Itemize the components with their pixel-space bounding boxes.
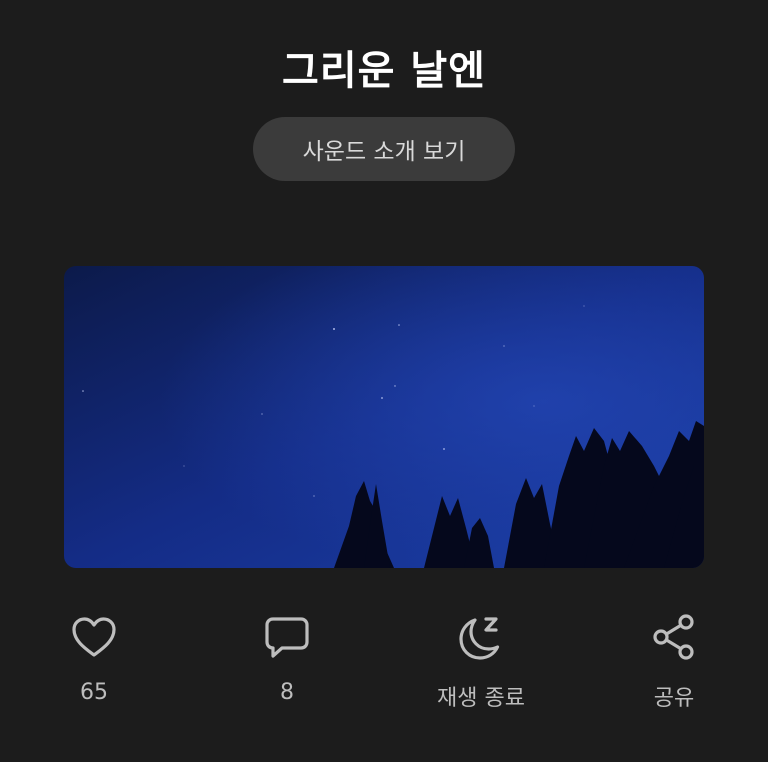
share-button[interactable]: 공유: [594, 610, 754, 712]
action-bar: 65 8 재생 종료 공유: [0, 610, 768, 720]
comment-count: 8: [280, 680, 294, 705]
share-label: 공유: [653, 686, 695, 711]
like-button[interactable]: 65: [14, 610, 174, 705]
page-title: 그리운 날엔: [282, 48, 486, 94]
comment-icon: [265, 617, 309, 658]
sleep-timer-label: 재생 종료: [437, 686, 525, 711]
moon-sleep-icon: [459, 617, 500, 660]
cover-image: [64, 266, 704, 568]
comment-button[interactable]: 8: [207, 610, 367, 705]
heart-icon: [72, 617, 116, 657]
night-sky-image: [64, 266, 704, 568]
like-count: 65: [80, 680, 108, 705]
sound-intro-button[interactable]: 사운드 소개 보기: [253, 117, 515, 181]
share-icon: [653, 614, 694, 660]
sleep-timer-button[interactable]: 재생 종료: [401, 610, 561, 712]
